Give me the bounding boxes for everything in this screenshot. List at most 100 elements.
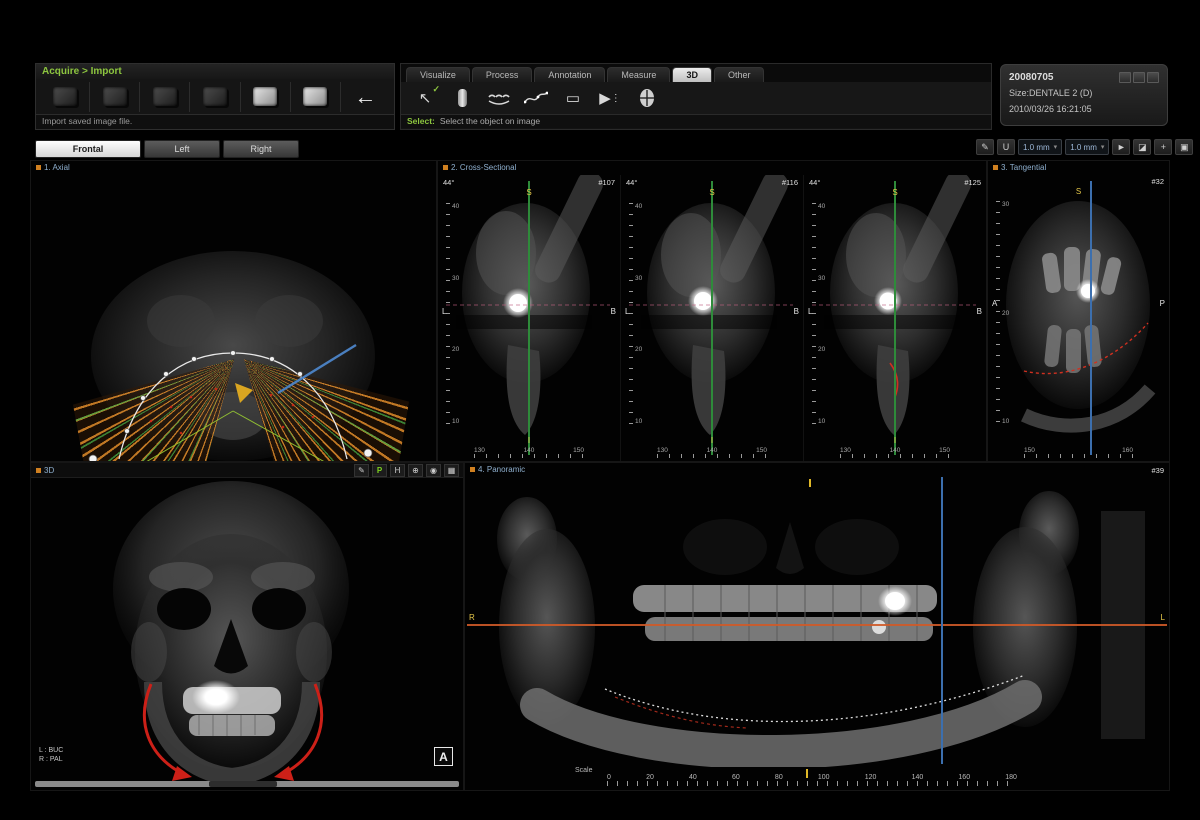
window-button-1[interactable] xyxy=(1119,72,1131,83)
orientation-superior: S xyxy=(1076,187,1081,196)
volume-scan-button[interactable] xyxy=(40,82,90,112)
panel-bullet-icon xyxy=(993,165,998,170)
tab-measure[interactable]: Measure xyxy=(607,67,670,82)
horizontal-ruler: 130140150 xyxy=(474,447,584,458)
layout-tab-left[interactable]: Left xyxy=(144,140,220,158)
mask-tool-button[interactable] xyxy=(635,86,659,110)
orientation-left: L xyxy=(625,307,629,316)
ct-scanner-icon xyxy=(103,87,127,106)
pin-icon: ◉ xyxy=(430,466,437,475)
implant-parts-button[interactable] xyxy=(140,82,190,112)
chevron-down-icon: ▾ xyxy=(1054,143,1058,151)
curve-tool-button[interactable] xyxy=(524,86,548,110)
ruler-number: 30 xyxy=(818,275,825,282)
slice-id: #39 xyxy=(1151,466,1164,475)
orientation-left: L xyxy=(442,307,446,316)
window-controls xyxy=(1119,72,1159,83)
ruler-number: 180 xyxy=(1005,774,1017,781)
panoramic-panel[interactable]: 4. Panoramic #39 xyxy=(464,462,1170,791)
cross-sectional-panel[interactable]: 2. Cross-Sectional 44° #107 S L B xyxy=(437,160,987,462)
tangential-panel[interactable]: 3. Tangential #32 S A P 302010 150160 xyxy=(987,160,1170,462)
orientation-left-label: L xyxy=(1161,613,1165,622)
slice-id: #125 xyxy=(964,178,981,187)
orientation-left: L xyxy=(808,307,812,316)
volume-scrollbar[interactable] xyxy=(35,781,459,787)
skull-mask-icon xyxy=(637,88,657,108)
thickness-value: 1.0 mm xyxy=(1023,143,1050,152)
tab-annotation[interactable]: Annotation xyxy=(534,67,605,82)
chevron-down-icon: ▾ xyxy=(1101,143,1105,151)
crosshair-icon: + xyxy=(1161,142,1166,152)
cross-slice-2[interactable]: 44° #116 S L B I 40302010 130140150 xyxy=(621,175,804,461)
teeth-row-icon xyxy=(487,88,511,108)
acquire-breadcrumb: Acquire > Import xyxy=(36,64,394,79)
scrollbar-thumb[interactable] xyxy=(209,781,277,787)
cross-slice-3[interactable]: 44° #125 S L B I 40302010 130 xyxy=(804,175,986,461)
volume-panel[interactable]: 3D ✎ P H ⊕ ◉ ▦ xyxy=(30,462,464,791)
slice-interval-select[interactable]: 1.0 mm ▾ xyxy=(1065,139,1109,155)
ribbon: Visualize Process Annotation Measure 3D … xyxy=(400,63,992,130)
sensor-button[interactable] xyxy=(190,82,240,112)
crosshair-button[interactable]: + xyxy=(1154,139,1172,155)
ruler-number: 20 xyxy=(818,346,825,353)
select-tool-button[interactable]: ↖ ✓ xyxy=(413,86,437,110)
panoramic-image xyxy=(465,477,1169,767)
cross-reference-line[interactable] xyxy=(711,181,713,455)
ruler-number: 20 xyxy=(1002,310,1009,317)
panoramic-axial-reference-line[interactable] xyxy=(467,624,1167,626)
cross-reference-line[interactable] xyxy=(894,181,896,455)
ruler-number: 140 xyxy=(524,447,535,454)
tab-3d[interactable]: 3D xyxy=(672,67,712,82)
slice-thickness-select[interactable]: 1.0 mm ▾ xyxy=(1018,139,1062,155)
h-view-button[interactable]: H xyxy=(390,464,405,477)
panel-bullet-icon xyxy=(443,165,448,170)
snapshot-button[interactable]: ▦ xyxy=(444,464,459,477)
tab-visualize[interactable]: Visualize xyxy=(406,67,470,82)
layout-grid-button[interactable]: ▣ xyxy=(1175,139,1193,155)
orientation-inferior: I xyxy=(528,436,530,445)
pen-tool-button[interactable]: ✎ xyxy=(976,139,994,155)
cross-reference-line[interactable] xyxy=(528,181,530,455)
u-tool-button[interactable]: U xyxy=(997,139,1015,155)
status-label: Select: xyxy=(407,116,435,126)
axes-button[interactable]: ⊕ xyxy=(408,464,423,477)
ruler-number: 10 xyxy=(818,418,825,425)
camera-button[interactable] xyxy=(241,82,291,112)
tab-process[interactable]: Process xyxy=(472,67,533,82)
cross-slice-1[interactable]: 44° #107 S L B I 40302010 130140150 xyxy=(438,175,621,461)
profile-toggle-button[interactable]: P xyxy=(372,464,387,477)
ruler-number: 30 xyxy=(452,275,459,282)
back-arrow-icon: ← xyxy=(354,86,376,108)
layout-tab-frontal[interactable]: Frontal xyxy=(35,140,141,158)
cross-slices-row: 44° #107 S L B I 40302010 130140150 xyxy=(438,175,986,461)
crop-tool-button[interactable]: ▭ xyxy=(561,86,585,110)
ct-scanner-button[interactable] xyxy=(90,82,140,112)
window-button-2[interactable] xyxy=(1133,72,1145,83)
ruler-number: 40 xyxy=(689,774,697,781)
invert-button[interactable]: ◪ xyxy=(1133,139,1151,155)
axial-panel[interactable]: 1. Axial xyxy=(30,160,437,462)
implant-tool-button[interactable] xyxy=(450,86,474,110)
tangential-reference-line[interactable] xyxy=(1090,181,1092,455)
window-button-3[interactable] xyxy=(1147,72,1159,83)
ruler-number: 40 xyxy=(452,203,459,210)
horizontal-ruler: 130140150 xyxy=(840,447,950,458)
ruler-number: 20 xyxy=(452,346,459,353)
move-view-button[interactable]: ► xyxy=(1112,139,1130,155)
layout-tab-right[interactable]: Right xyxy=(223,140,299,158)
legend-line-2: R : PAL xyxy=(39,755,63,764)
pen-tool-button[interactable]: ✎ xyxy=(354,464,369,477)
panel-bullet-icon xyxy=(36,468,41,473)
slice-id: #32 xyxy=(1151,177,1164,186)
teeth-arrange-button[interactable] xyxy=(487,86,511,110)
ruler-number: 20 xyxy=(635,346,642,353)
pin-button[interactable]: ◉ xyxy=(426,464,441,477)
import-button[interactable] xyxy=(291,82,341,112)
ruler-number: 130 xyxy=(657,447,668,454)
h-view-icon: H xyxy=(395,466,401,475)
tab-other[interactable]: Other xyxy=(714,67,765,82)
panoramic-cross-reference-line[interactable] xyxy=(941,477,943,764)
clip-tool-button[interactable]: ▶ ⋮ xyxy=(598,86,622,110)
back-button[interactable]: ← xyxy=(341,82,390,112)
axial-overlay xyxy=(31,161,436,461)
